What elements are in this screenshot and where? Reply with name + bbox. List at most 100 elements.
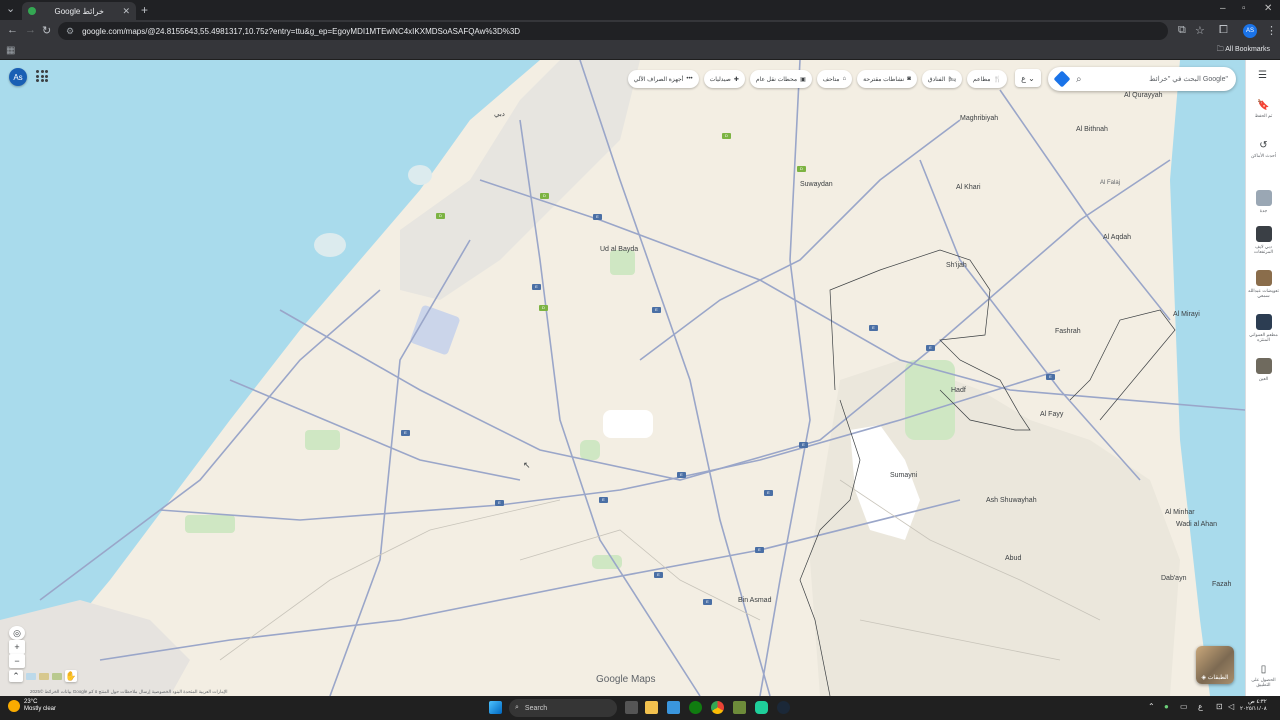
category-more-chip[interactable]: ع ⌄ [1015, 69, 1041, 87]
map-label-al-aqdah[interactable]: Al Aqdah [1103, 234, 1131, 241]
new-tab-button[interactable]: + [141, 3, 148, 17]
place-thumbnail [1255, 226, 1272, 242]
window-close-icon[interactable]: ✕ [1264, 3, 1272, 14]
terrain-thumb[interactable] [39, 672, 49, 680]
route-shield: D [436, 213, 445, 219]
forward-icon[interactable]: → [25, 24, 36, 36]
weather-condition: Mostly clear [24, 706, 57, 712]
language-icon[interactable]: ع [1198, 702, 1203, 711]
map-search-box[interactable]: ⌕ البحث في "خرائط Google" [1048, 67, 1236, 91]
chip-things-to-do[interactable]: ◙ نشاطات مقترحة [857, 70, 917, 88]
map-label-al-fayy[interactable]: Al Fayy [1040, 411, 1063, 418]
recents-button[interactable]: ↺ أحدث الأماكن [1246, 140, 1280, 158]
recent-place-2[interactable]: دبي لايف المرتفعات [1246, 226, 1280, 254]
map-label-suwaydan[interactable]: Suwaydan [800, 181, 833, 188]
satellite-thumb[interactable] [26, 672, 36, 680]
task-view-icon[interactable] [625, 701, 638, 714]
install-icon[interactable]: ⧉ [1178, 24, 1186, 37]
zoom-out-button[interactable]: − [9, 654, 25, 668]
chip-pharmacies[interactable]: ✚ صيدليات [703, 70, 745, 88]
tray-overflow-icon[interactable]: ⌃ [1148, 702, 1155, 711]
map-label-fashrah[interactable]: Fashrah [1055, 328, 1081, 335]
site-info-icon[interactable]: ⚙ [66, 26, 74, 37]
get-app-button[interactable]: ▯ الحصول على التطبيق [1246, 664, 1280, 687]
map-label-wadi-al-ahan[interactable]: Wadi al Ahan [1176, 521, 1217, 528]
extensions-icon[interactable]: ⧠ [1219, 24, 1228, 37]
more-icon: ••• [686, 76, 693, 82]
pegman-icon[interactable]: ✋ [65, 670, 77, 682]
chip-museums[interactable]: ⌂ متاحف [816, 70, 853, 88]
map-label-hadf[interactable]: Hadf [951, 387, 966, 394]
app-icon[interactable] [733, 701, 746, 714]
saved-button[interactable]: 🔖 تم الحفظ [1246, 100, 1280, 118]
start-icon[interactable] [489, 701, 502, 714]
traffic-thumb[interactable] [52, 672, 62, 680]
search-input[interactable]: البحث في "خرائط Google" [1090, 75, 1228, 83]
file-explorer-icon[interactable] [645, 701, 658, 714]
minimize-icon[interactable]: – [1220, 3, 1226, 14]
profile-avatar[interactable]: AS [1243, 24, 1257, 38]
map-label-bin-asmad[interactable]: Bin Asmad [738, 597, 771, 604]
maximize-icon[interactable]: ▫ [1242, 3, 1246, 14]
address-bar[interactable]: ⚙ google.com/maps/@24.8155643,55.4981317… [58, 22, 1168, 40]
chip-hotels[interactable]: 🛏 الفنادق [921, 70, 962, 88]
browser-tab-strip: ⌄ Google خرائط ✕ + – ▫ ✕ [0, 0, 1280, 20]
back-icon[interactable]: ← [7, 24, 18, 36]
star-icon[interactable]: ☆ [1195, 24, 1205, 37]
map-label-al-khari[interactable]: Al Khari [956, 184, 981, 191]
browser-tab-maps[interactable]: Google خرائط ✕ [22, 2, 136, 20]
display-icon[interactable]: ▭ [1180, 702, 1188, 711]
apps-icon[interactable]: ▦ [6, 45, 15, 56]
taskbar-search[interactable]: ⌕ Search [509, 699, 617, 717]
map-label-al-falaj[interactable]: Al Falaj [1100, 180, 1120, 186]
clock-date: ٢٠٢٥/١١/٠٨ [1240, 706, 1267, 712]
map-label-abud[interactable]: Abud [1005, 555, 1021, 562]
reload-icon[interactable]: ↻ [42, 24, 51, 37]
volume-icon[interactable]: ◁ [1228, 702, 1234, 711]
taskbar-clock[interactable]: ٤:٣٢ ص ٢٠٢٥/١١/٠٨ [1240, 699, 1267, 713]
google-apps-icon[interactable] [36, 70, 48, 82]
account-avatar[interactable]: As [9, 68, 27, 86]
all-bookmarks-button[interactable]: 🗀 All Bookmarks [1217, 45, 1270, 56]
recent-place-1[interactable]: جدة [1246, 190, 1280, 213]
mic-icon[interactable]: ● [1164, 702, 1169, 711]
recent-place-4[interactable]: مطعم العمواني المنتزه [1246, 314, 1280, 342]
place-label: تعويضات عبدالله سمعي [1248, 288, 1279, 298]
map-label-fazah[interactable]: Fazah [1212, 581, 1231, 588]
menu-icon[interactable]: ☰ [1258, 70, 1267, 81]
steam-icon[interactable] [777, 701, 790, 714]
search-icon[interactable]: ⌕ [1076, 74, 1082, 85]
my-location-button[interactable]: ◎ [9, 626, 25, 640]
network-icon[interactable]: ⊡ [1216, 702, 1223, 711]
map-label-dubai[interactable]: دبي [494, 110, 505, 118]
map-label-al-mirayi[interactable]: Al Mirayi [1173, 311, 1200, 318]
map-label-sijih[interactable]: Sh'ijah [946, 262, 967, 269]
chip-atms[interactable]: ••• أجهزة الصراف الآلي [627, 70, 699, 88]
weather-widget[interactable]: 23°C Mostly clear [8, 699, 56, 713]
map-label-sumayni[interactable]: Sumayni [890, 472, 917, 479]
chrome-icon[interactable] [711, 701, 724, 714]
map-canvas[interactable]: دبي Suwaydan Ud al Bayda Al Khari Maghri… [0, 60, 1245, 696]
app-icon[interactable] [755, 701, 768, 714]
map-label-dabayn[interactable]: Dab'ayn [1161, 575, 1186, 582]
close-tab-icon[interactable]: ✕ [122, 6, 130, 17]
chip-transit[interactable]: ▣ محطات نقل عام [749, 70, 812, 88]
map-label-maghribiyah[interactable]: Maghribiyah [960, 115, 998, 122]
xbox-icon[interactable] [689, 701, 702, 714]
tab-search-icon[interactable]: ⌄ [6, 2, 15, 15]
zoom-in-button[interactable]: + [9, 640, 25, 654]
map-label-ud-al-bayda[interactable]: Ud al Bayda [600, 246, 638, 253]
directions-icon[interactable] [1053, 70, 1071, 88]
map-label-al-bithnah[interactable]: Al Bithnah [1076, 126, 1108, 133]
map-credits[interactable]: بيانات الخرائط ©2025 Google الإمارات الع… [30, 689, 228, 695]
layers-button[interactable]: ◈ الطبقات [1196, 646, 1234, 684]
map-label-al-minhar[interactable]: Al Minhar [1165, 509, 1195, 516]
store-icon[interactable] [667, 701, 680, 714]
expand-icon[interactable]: ⌃ [9, 670, 23, 682]
chip-restaurants[interactable]: 🍴 مطاعم [966, 70, 1007, 88]
map-label-al-qurayyah[interactable]: Al Qurayyah [1124, 92, 1163, 99]
map-label-ash-shuwayhah[interactable]: Ash Shuwayhah [986, 497, 1037, 504]
recent-place-3[interactable]: تعويضات عبدالله سمعي [1246, 270, 1280, 298]
recent-place-5[interactable]: العين [1246, 358, 1280, 381]
browser-menu-icon[interactable]: ⋮ [1266, 24, 1277, 37]
